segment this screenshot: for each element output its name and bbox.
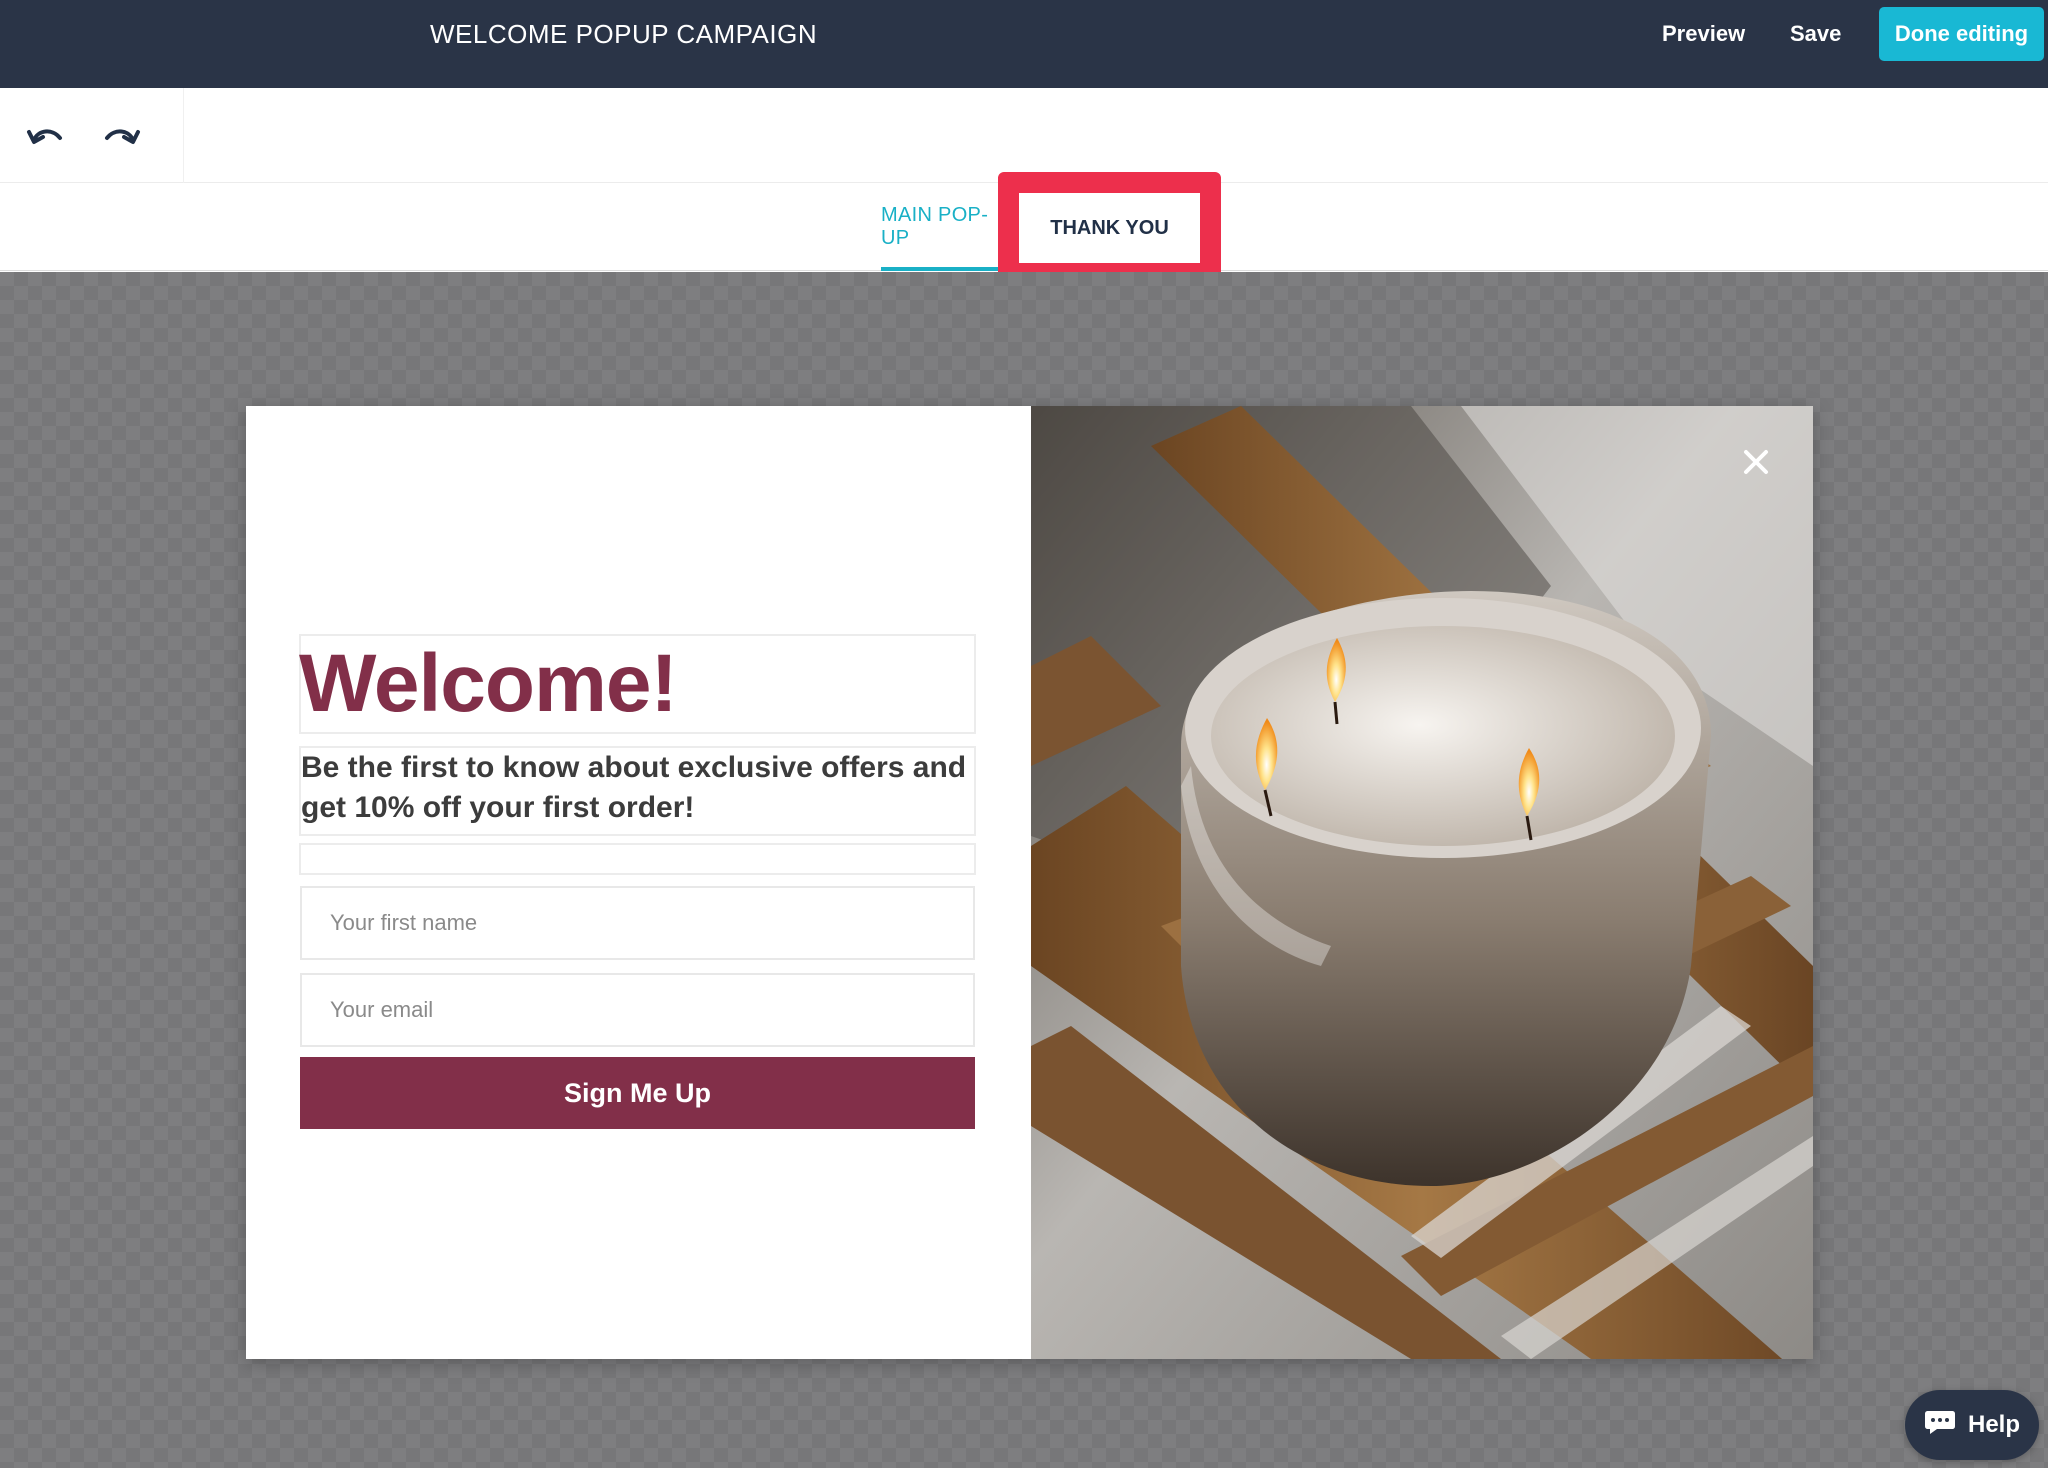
- save-button[interactable]: Save: [1790, 18, 1841, 50]
- toolbar-divider: [183, 88, 184, 183]
- active-tab-indicator: [881, 267, 1001, 271]
- top-header-bar: WELCOME POPUP CAMPAIGN Preview Save Done…: [0, 0, 2048, 88]
- popup-subheading[interactable]: Be the first to know about exclusive off…: [301, 748, 971, 828]
- close-icon[interactable]: [1730, 436, 1782, 488]
- email-field[interactable]: Your email: [300, 973, 975, 1047]
- welcome-popup: Welcome! Be the first to know about excl…: [246, 406, 1813, 1359]
- undo-icon[interactable]: [24, 116, 68, 156]
- candle-image[interactable]: [1031, 406, 1813, 1359]
- chat-bubble-icon: [1924, 1408, 1956, 1443]
- first-name-field[interactable]: Your first name: [300, 886, 975, 960]
- redo-icon[interactable]: [99, 116, 143, 156]
- preview-button[interactable]: Preview: [1662, 18, 1745, 50]
- tab-main-popup[interactable]: MAIN POP-UP: [881, 183, 1001, 271]
- tab-thank-you[interactable]: THANK YOU: [1019, 193, 1200, 263]
- empty-text-block[interactable]: [299, 843, 976, 875]
- help-label: Help: [1967, 1411, 2020, 1438]
- candle-photo: [1031, 406, 1813, 1359]
- campaign-title: WELCOME POPUP CAMPAIGN: [430, 19, 818, 49]
- done-editing-button[interactable]: Done editing: [1879, 7, 2044, 61]
- help-button[interactable]: Help: [1905, 1390, 2039, 1460]
- editor-toolbar: [0, 88, 2048, 183]
- sign-me-up-button[interactable]: Sign Me Up: [300, 1057, 975, 1129]
- popup-heading[interactable]: Welcome!: [299, 634, 976, 734]
- popup-form-panel: Welcome! Be the first to know about excl…: [246, 406, 1031, 1359]
